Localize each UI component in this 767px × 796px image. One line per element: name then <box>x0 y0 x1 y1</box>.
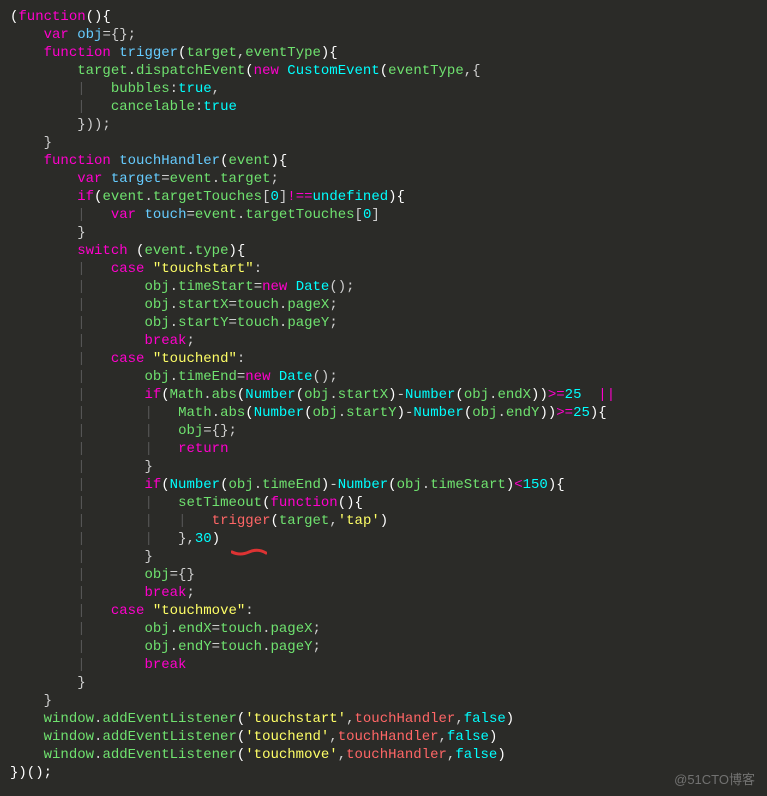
code-block: (function(){ var obj={}; function trigge… <box>0 0 767 790</box>
